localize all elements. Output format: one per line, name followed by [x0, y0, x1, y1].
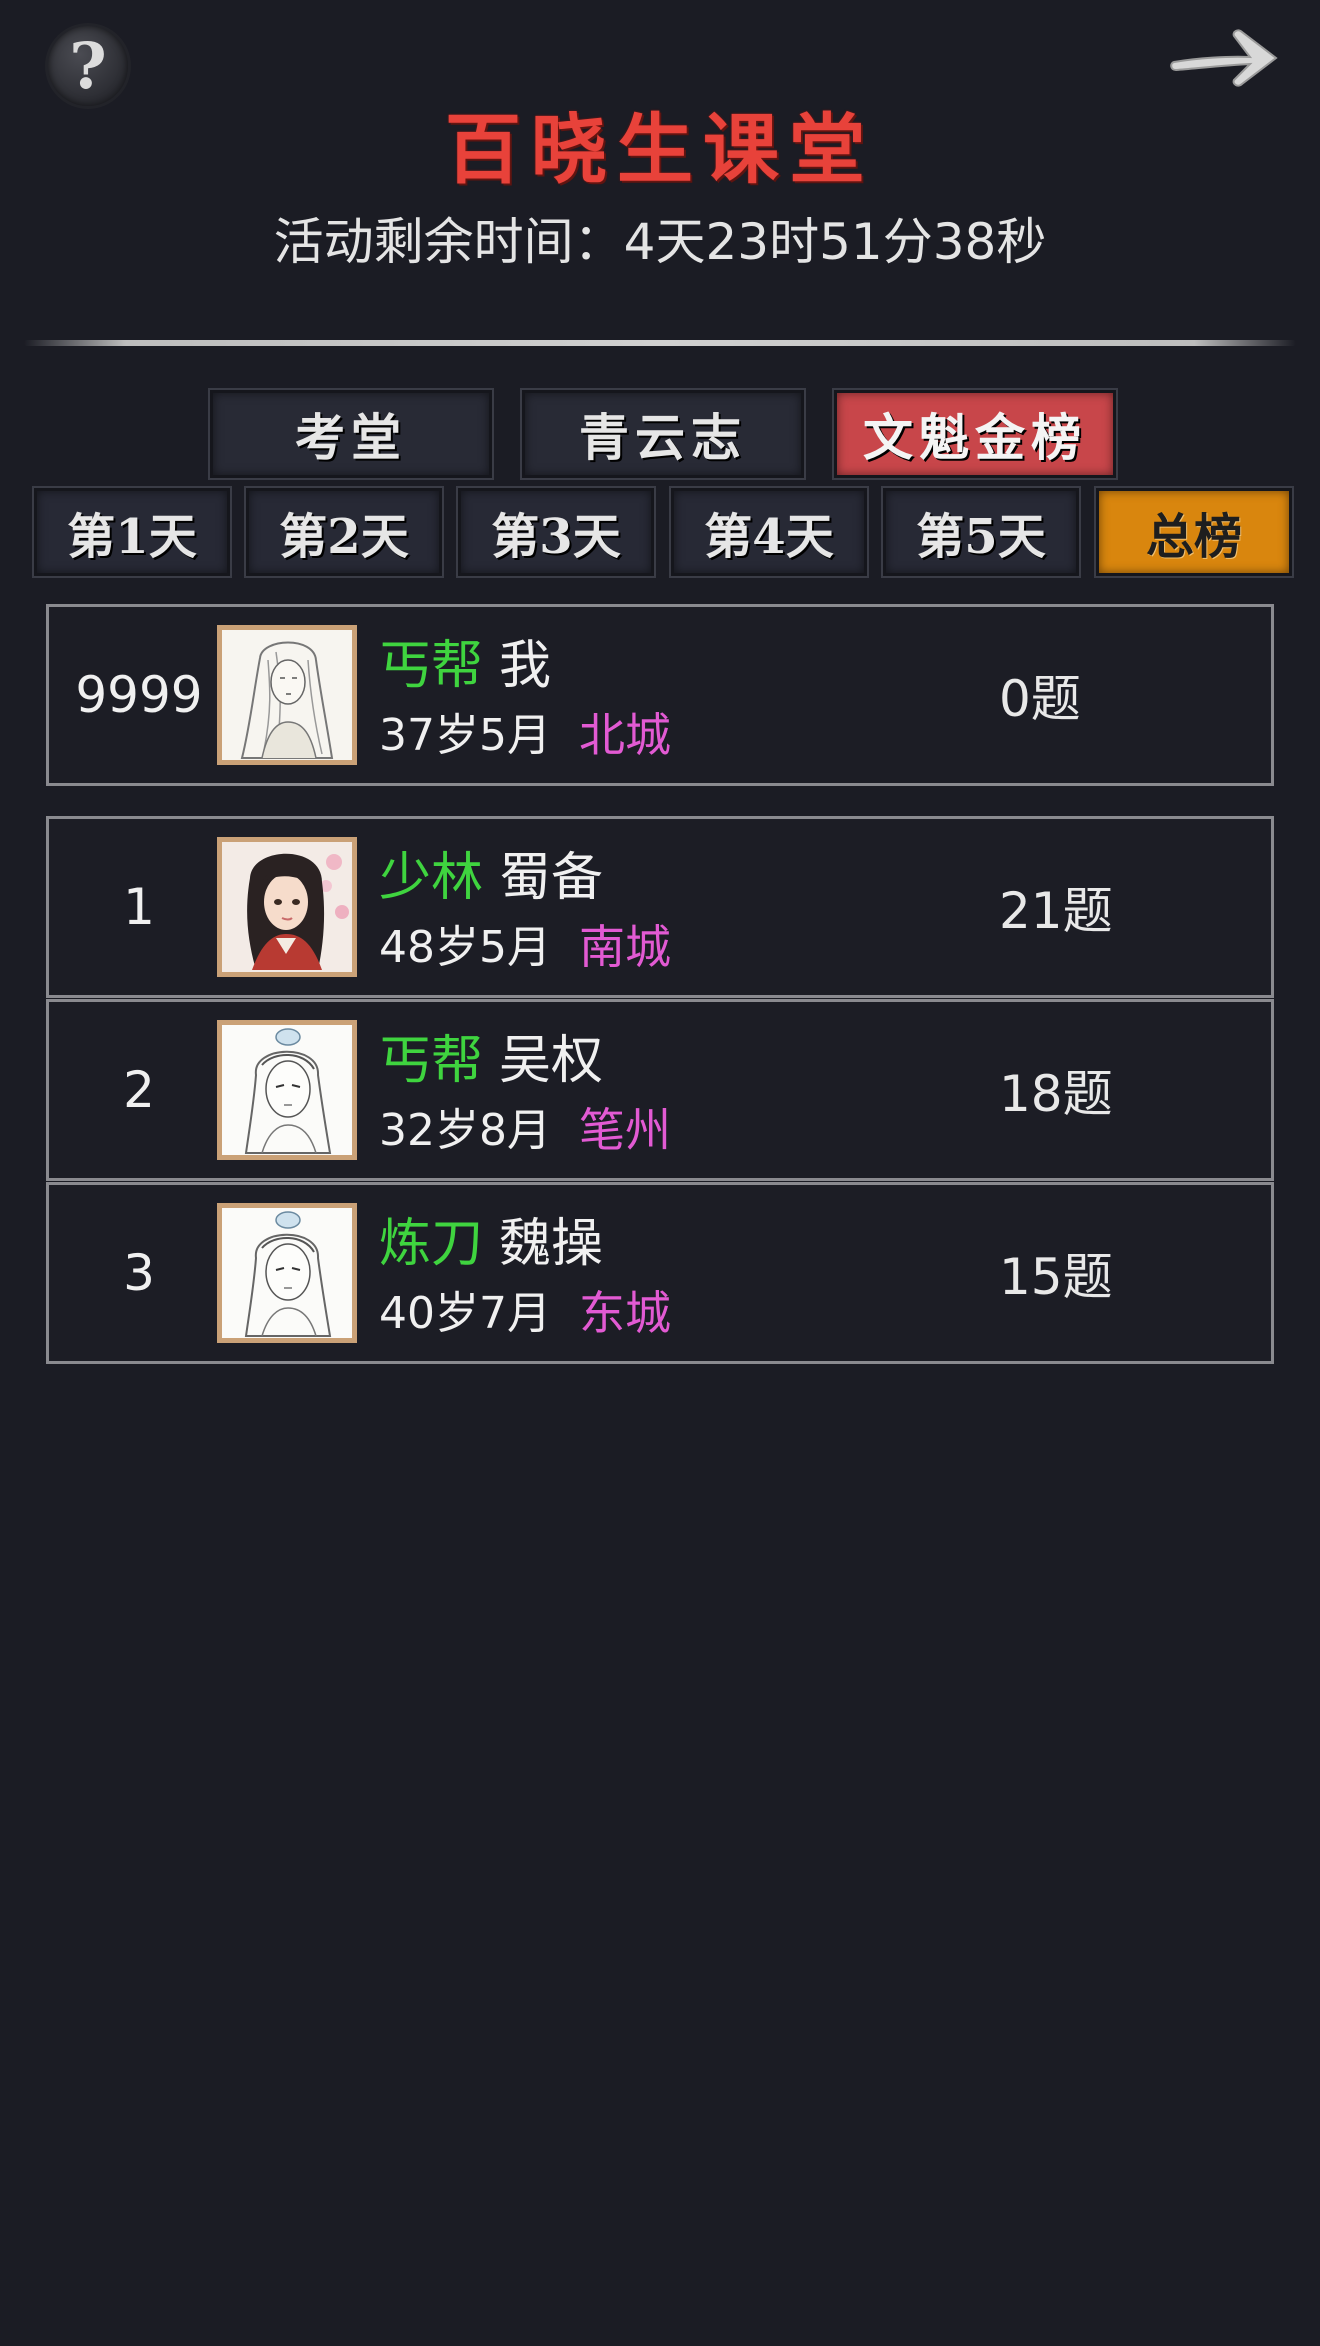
day-tab-3[interactable]: 第3天 [458, 488, 654, 576]
player-name: 蜀备 [499, 848, 604, 908]
header-divider [24, 340, 1296, 346]
rank-number: 1 [123, 878, 155, 936]
next-button[interactable] [1168, 18, 1284, 98]
tab-leaderboard[interactable]: 文魁金榜 [834, 390, 1116, 478]
rank-number: 9999 [75, 666, 203, 724]
sect-label: 少林 [379, 848, 484, 908]
portrait-topknot-sketch [222, 1208, 352, 1338]
ranking-row[interactable]: 2 丐帮 吴权 32岁8月 笔州 18题 [46, 999, 1274, 1181]
day-tab-2[interactable]: 第2天 [246, 488, 442, 576]
my-rank-row[interactable]: 9999 丐帮 我 37岁5月 北城 0题 [46, 604, 1274, 786]
day-tab-total[interactable]: 总榜 [1096, 488, 1292, 576]
day-tab-1[interactable]: 第1天 [34, 488, 230, 576]
ranking-row[interactable]: 3 炼刀 魏操 40岁7月 东城 15题 [46, 1182, 1274, 1364]
rank-number: 3 [123, 1244, 155, 1302]
day-tab-4[interactable]: 第4天 [671, 488, 867, 576]
tab-qingyun[interactable]: 青云志 [522, 390, 804, 478]
arrow-right-icon [1170, 29, 1278, 87]
player-city: 东城 [579, 1286, 671, 1340]
player-name: 我 [499, 636, 552, 696]
portrait-long-hair-sketch [222, 630, 352, 760]
portrait-topknot-sketch [222, 1025, 352, 1155]
player-score: 0题 [999, 670, 1081, 728]
player-city: 南城 [579, 920, 671, 974]
rank-number: 2 [123, 1061, 155, 1119]
player-score: 15题 [999, 1248, 1113, 1306]
avatar [217, 625, 357, 765]
portrait-color-woman [222, 842, 352, 972]
tab-exam[interactable]: 考堂 [210, 390, 492, 478]
event-countdown: 活动剩余时间：4天23时51分38秒 [273, 213, 1047, 271]
player-name: 吴权 [499, 1031, 604, 1091]
player-city: 笔州 [579, 1103, 671, 1157]
day-tab-5[interactable]: 第5天 [883, 488, 1079, 576]
avatar [217, 1020, 357, 1160]
page-title: 百晓生课堂 [445, 105, 875, 194]
sect-label: 丐帮 [379, 636, 484, 696]
player-score: 18题 [999, 1065, 1113, 1123]
avatar [217, 837, 357, 977]
player-age: 32岁8月 [379, 1105, 551, 1156]
player-age: 48岁5月 [379, 922, 551, 973]
player-age: 37岁5月 [379, 710, 551, 761]
player-name: 魏操 [499, 1214, 604, 1274]
sect-label: 炼刀 [379, 1214, 484, 1274]
player-age: 40岁7月 [379, 1288, 551, 1339]
player-score: 21题 [999, 882, 1113, 940]
player-city: 北城 [579, 708, 671, 762]
ranking-row[interactable]: 1 少林 蜀备 48岁5月 南城 21题 [46, 816, 1274, 998]
sect-label: 丐帮 [379, 1031, 484, 1091]
avatar [217, 1203, 357, 1343]
ranking-screen: ? 百晓生课堂 活动剩余时间：4天23时51分38秒 考堂 青云志 文魁金榜 第… [0, 0, 1320, 2346]
